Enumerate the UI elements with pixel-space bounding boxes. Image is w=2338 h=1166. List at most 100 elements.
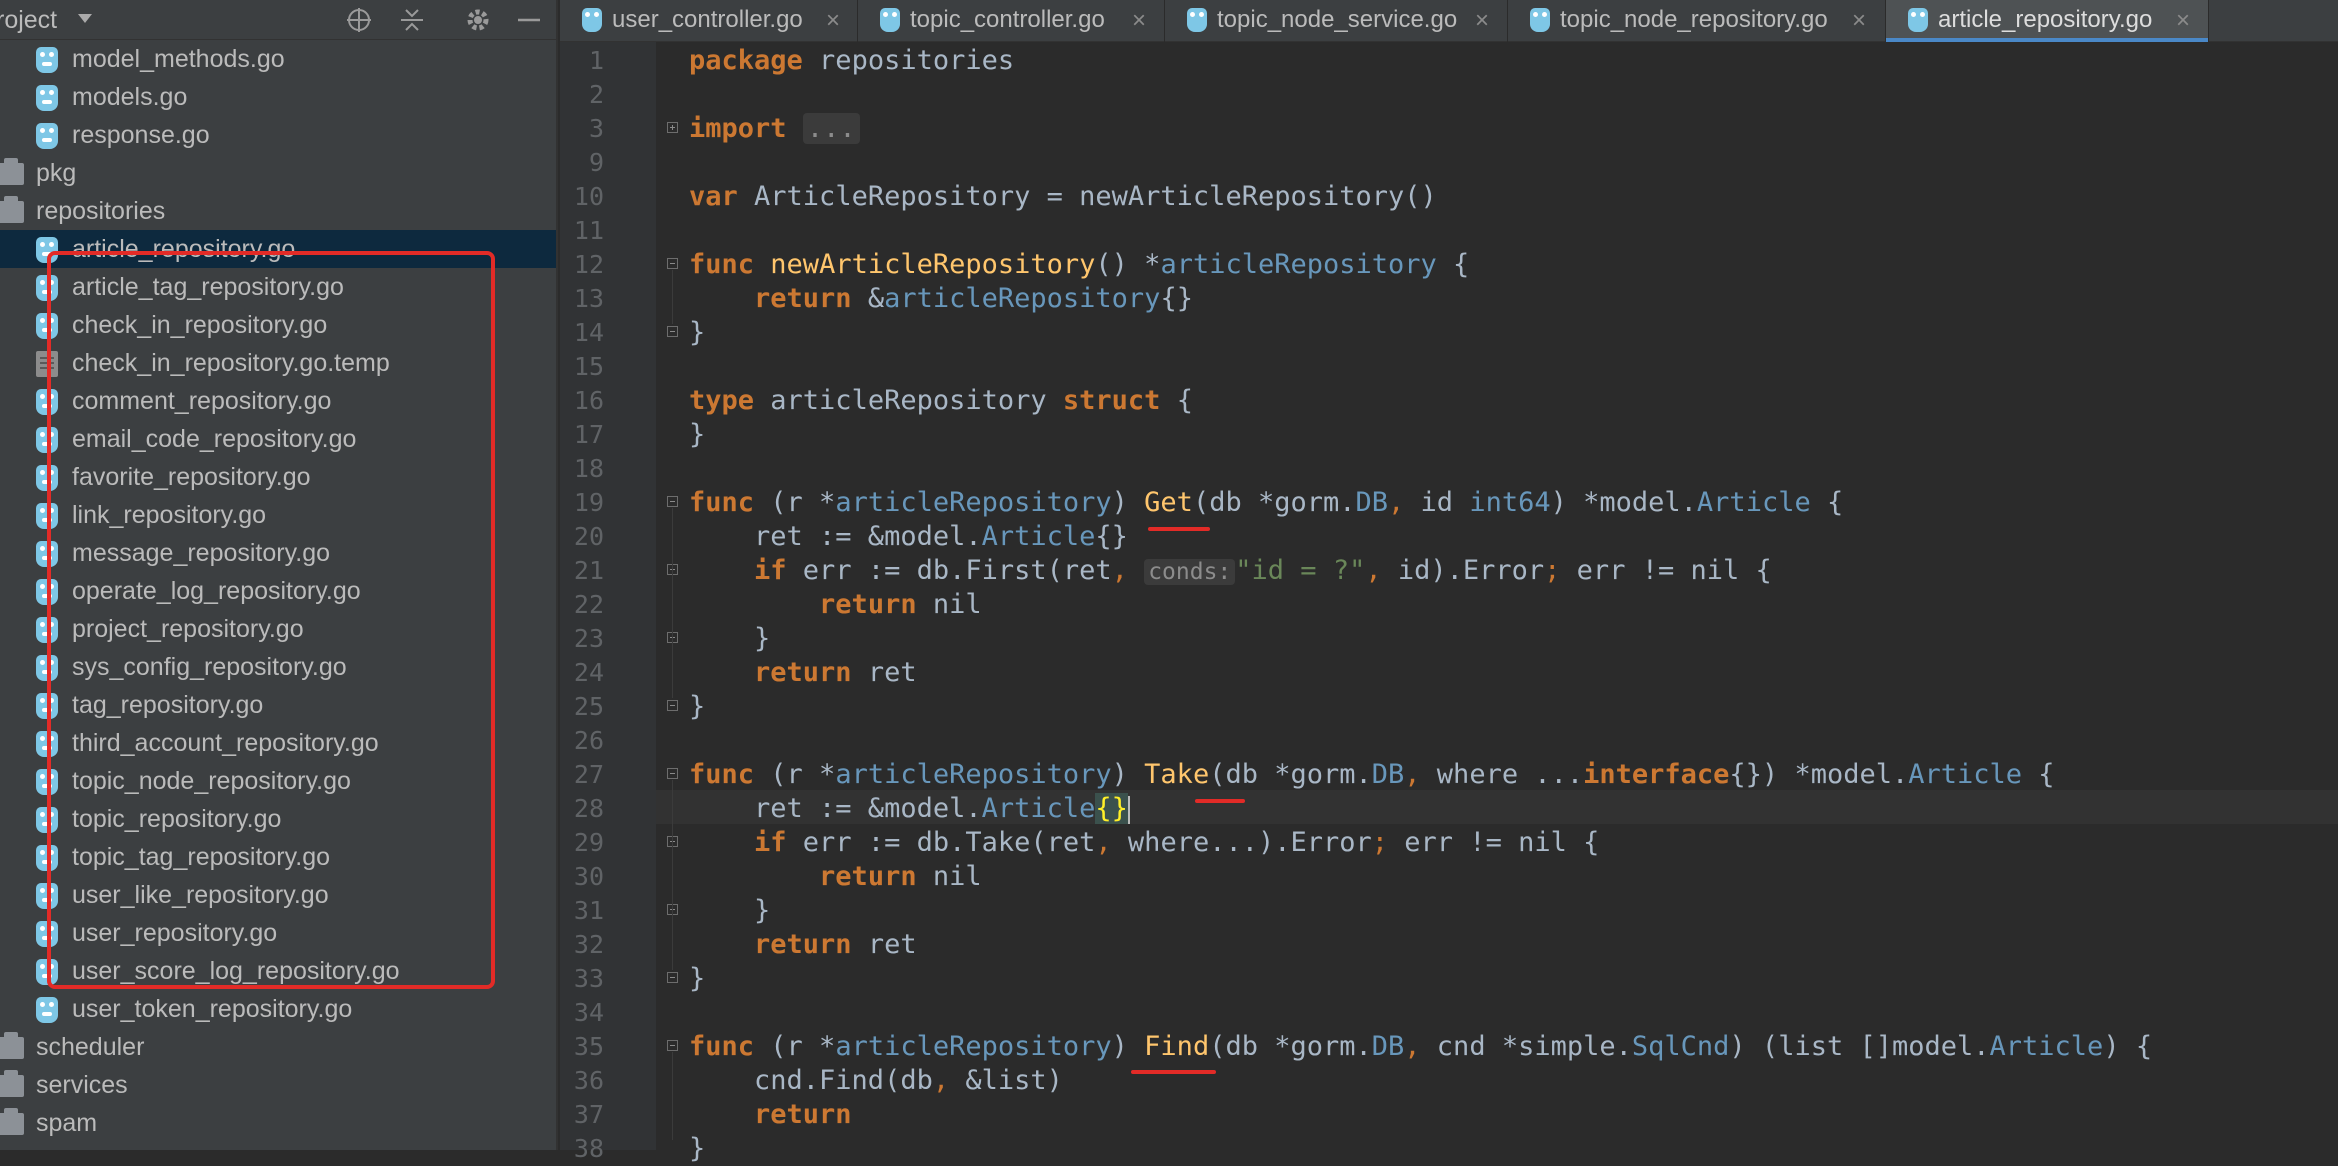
code-line[interactable]: return &articleRepository{} bbox=[689, 282, 1193, 316]
close-icon[interactable]: × bbox=[1852, 7, 1866, 35]
code-line[interactable]: return nil bbox=[689, 860, 982, 894]
gear-icon[interactable] bbox=[464, 6, 492, 34]
go-gopher-icon bbox=[36, 465, 58, 491]
tree-file-item[interactable]: operate_log_repository.go bbox=[0, 572, 556, 610]
fold-collapse-icon[interactable] bbox=[667, 972, 678, 983]
fold-collapse-icon[interactable] bbox=[667, 258, 678, 269]
tree-file-item[interactable]: project_repository.go bbox=[0, 610, 556, 648]
tree-file-item[interactable]: topic_node_repository.go bbox=[0, 762, 556, 800]
tree-file-item[interactable]: model_methods.go bbox=[0, 40, 556, 78]
tree-folder-repositories[interactable]: repositories bbox=[0, 192, 556, 230]
tree-folder-scheduler[interactable]: scheduler bbox=[0, 1028, 556, 1066]
code-line[interactable]: } bbox=[689, 622, 770, 656]
fold-collapse-icon[interactable] bbox=[667, 768, 678, 779]
text-file-icon bbox=[36, 351, 58, 377]
code-line[interactable]: return bbox=[689, 1098, 852, 1132]
code-line[interactable]: } bbox=[689, 894, 770, 928]
tab-article-repository[interactable]: article_repository.go × bbox=[1886, 0, 2209, 42]
code-line[interactable]: if err := db.Take(ret, where...).Error; … bbox=[689, 826, 1599, 860]
tree-file-item[interactable]: article_tag_repository.go bbox=[0, 268, 556, 306]
panel-dropdown-icon[interactable] bbox=[78, 14, 92, 23]
minimize-icon[interactable] bbox=[515, 6, 543, 34]
tree-file-item[interactable]: third_account_repository.go bbox=[0, 724, 556, 762]
code-line[interactable]: } bbox=[689, 962, 705, 996]
line-number-gutter: 1 2 3 9 10 11 12 13 14 15 16 17 18 19 20 21 22 23 24 25 26 27… bbox=[560, 42, 656, 1163]
tree-file-item[interactable]: user_score_log_repository.go bbox=[0, 952, 556, 990]
tree-file-item[interactable]: link_repository.go bbox=[0, 496, 556, 534]
go-file-icon bbox=[1187, 8, 1207, 32]
project-tree: model_methods.go models.go response.go pkg… bbox=[0, 40, 556, 1142]
line-number: 37 bbox=[573, 1100, 604, 1129]
fold-collapse-icon[interactable] bbox=[667, 496, 678, 507]
tree-file-item[interactable]: user_repository.go bbox=[0, 914, 556, 952]
code-line[interactable]: if err := db.First(ret, conds: "id = ?", … bbox=[689, 554, 1772, 588]
go-file-icon bbox=[880, 8, 900, 32]
code-line[interactable]: func (r *articleRepository) Get(db *gorm… bbox=[689, 486, 1843, 520]
tree-file-item[interactable]: user_token_repository.go bbox=[0, 990, 556, 1028]
collapse-all-icon[interactable] bbox=[398, 6, 426, 34]
tree-file-item[interactable]: check_in_repository.go bbox=[0, 306, 556, 344]
tab-topic-controller[interactable]: topic_controller.go × bbox=[858, 0, 1165, 42]
tab-topic-node-repository[interactable]: topic_node_repository.go × bbox=[1508, 0, 1886, 42]
tree-file-label: email_code_repository.go bbox=[72, 425, 357, 453]
project-panel-title[interactable]: roject bbox=[0, 6, 57, 35]
line-number: 22 bbox=[573, 590, 604, 619]
tree-file-item[interactable]: comment_repository.go bbox=[0, 382, 556, 420]
code-line[interactable]: import ... bbox=[689, 112, 860, 146]
tree-file-item[interactable]: check_in_repository.go.temp bbox=[0, 344, 556, 382]
code-line[interactable]: return nil bbox=[689, 588, 982, 622]
code-line[interactable]: func (r *articleRepository) Take(db *gor… bbox=[689, 758, 2055, 792]
code-line[interactable]: cnd.Find(db, &list) bbox=[689, 1064, 1063, 1098]
tree-folder-services[interactable]: services bbox=[0, 1066, 556, 1104]
code-editor[interactable]: 1 2 3 9 10 11 12 13 14 15 16 17 18 19 20 21 22 23 24 25 26 27… bbox=[560, 42, 2338, 1164]
tree-file-label: comment_repository.go bbox=[72, 387, 332, 415]
tree-file-item[interactable]: response.go bbox=[0, 116, 556, 154]
go-gopher-icon bbox=[36, 579, 58, 605]
folder-icon bbox=[0, 1070, 24, 1097]
code-line[interactable]: } bbox=[689, 316, 705, 350]
tree-file-item[interactable]: topic_tag_repository.go bbox=[0, 838, 556, 876]
tree-file-item[interactable]: models.go bbox=[0, 78, 556, 116]
fold-expand-icon[interactable] bbox=[667, 122, 678, 133]
code-line[interactable]: func newArticleRepository() *articleRepo… bbox=[689, 248, 1469, 282]
tree-file-item[interactable]: favorite_repository.go bbox=[0, 458, 556, 496]
folder-icon bbox=[0, 196, 24, 223]
code-line[interactable]: func (r *articleRepository) Find(db *gor… bbox=[689, 1030, 2152, 1064]
line-number: 17 bbox=[573, 420, 604, 449]
tree-file-item[interactable]: tag_repository.go bbox=[0, 686, 556, 724]
tree-folder-pkg[interactable]: pkg bbox=[0, 154, 556, 192]
line-number: 9 bbox=[588, 148, 604, 177]
tab-user-controller[interactable]: user_controller.go × bbox=[560, 0, 858, 42]
tree-file-item[interactable]: topic_repository.go bbox=[0, 800, 556, 838]
close-icon[interactable]: × bbox=[1475, 7, 1489, 35]
fold-collapse-icon[interactable] bbox=[667, 1040, 678, 1051]
go-gopher-icon bbox=[36, 883, 58, 909]
fold-collapse-icon[interactable] bbox=[667, 326, 678, 337]
tree-file-label: user_score_log_repository.go bbox=[72, 957, 400, 985]
code-line[interactable]: return ret bbox=[689, 656, 917, 690]
tree-file-item[interactable]: message_repository.go bbox=[0, 534, 556, 572]
code-line[interactable]: return ret bbox=[689, 928, 917, 962]
code-line[interactable]: type articleRepository struct { bbox=[689, 384, 1193, 418]
tree-file-item[interactable]: article_repository.go bbox=[0, 230, 556, 268]
go-gopher-icon bbox=[36, 921, 58, 947]
code-line[interactable]: } bbox=[689, 690, 705, 724]
close-icon[interactable]: × bbox=[826, 7, 840, 35]
tree-file-item[interactable]: email_code_repository.go bbox=[0, 420, 556, 458]
tree-file-item[interactable]: sys_config_repository.go bbox=[0, 648, 556, 686]
code-line[interactable]: ret := &model.Article{} bbox=[689, 792, 1130, 826]
code-line[interactable]: ret := &model.Article{} bbox=[689, 520, 1128, 554]
go-gopher-icon bbox=[36, 541, 58, 567]
code-line[interactable]: } bbox=[689, 1132, 705, 1166]
close-icon[interactable]: × bbox=[2176, 7, 2190, 35]
tree-folder-spam[interactable]: spam bbox=[0, 1104, 556, 1142]
code-line[interactable]: package repositories bbox=[689, 44, 1014, 78]
code-line[interactable]: var ArticleRepository = newArticleReposi… bbox=[689, 180, 1437, 214]
tab-topic-node-service[interactable]: topic_node_service.go × bbox=[1165, 0, 1508, 42]
close-icon[interactable]: × bbox=[1132, 7, 1146, 35]
line-number: 20 bbox=[573, 522, 604, 551]
code-line[interactable]: } bbox=[689, 418, 705, 452]
fold-collapse-icon[interactable] bbox=[667, 700, 678, 711]
tree-file-item[interactable]: user_like_repository.go bbox=[0, 876, 556, 914]
locate-icon[interactable] bbox=[345, 6, 373, 34]
